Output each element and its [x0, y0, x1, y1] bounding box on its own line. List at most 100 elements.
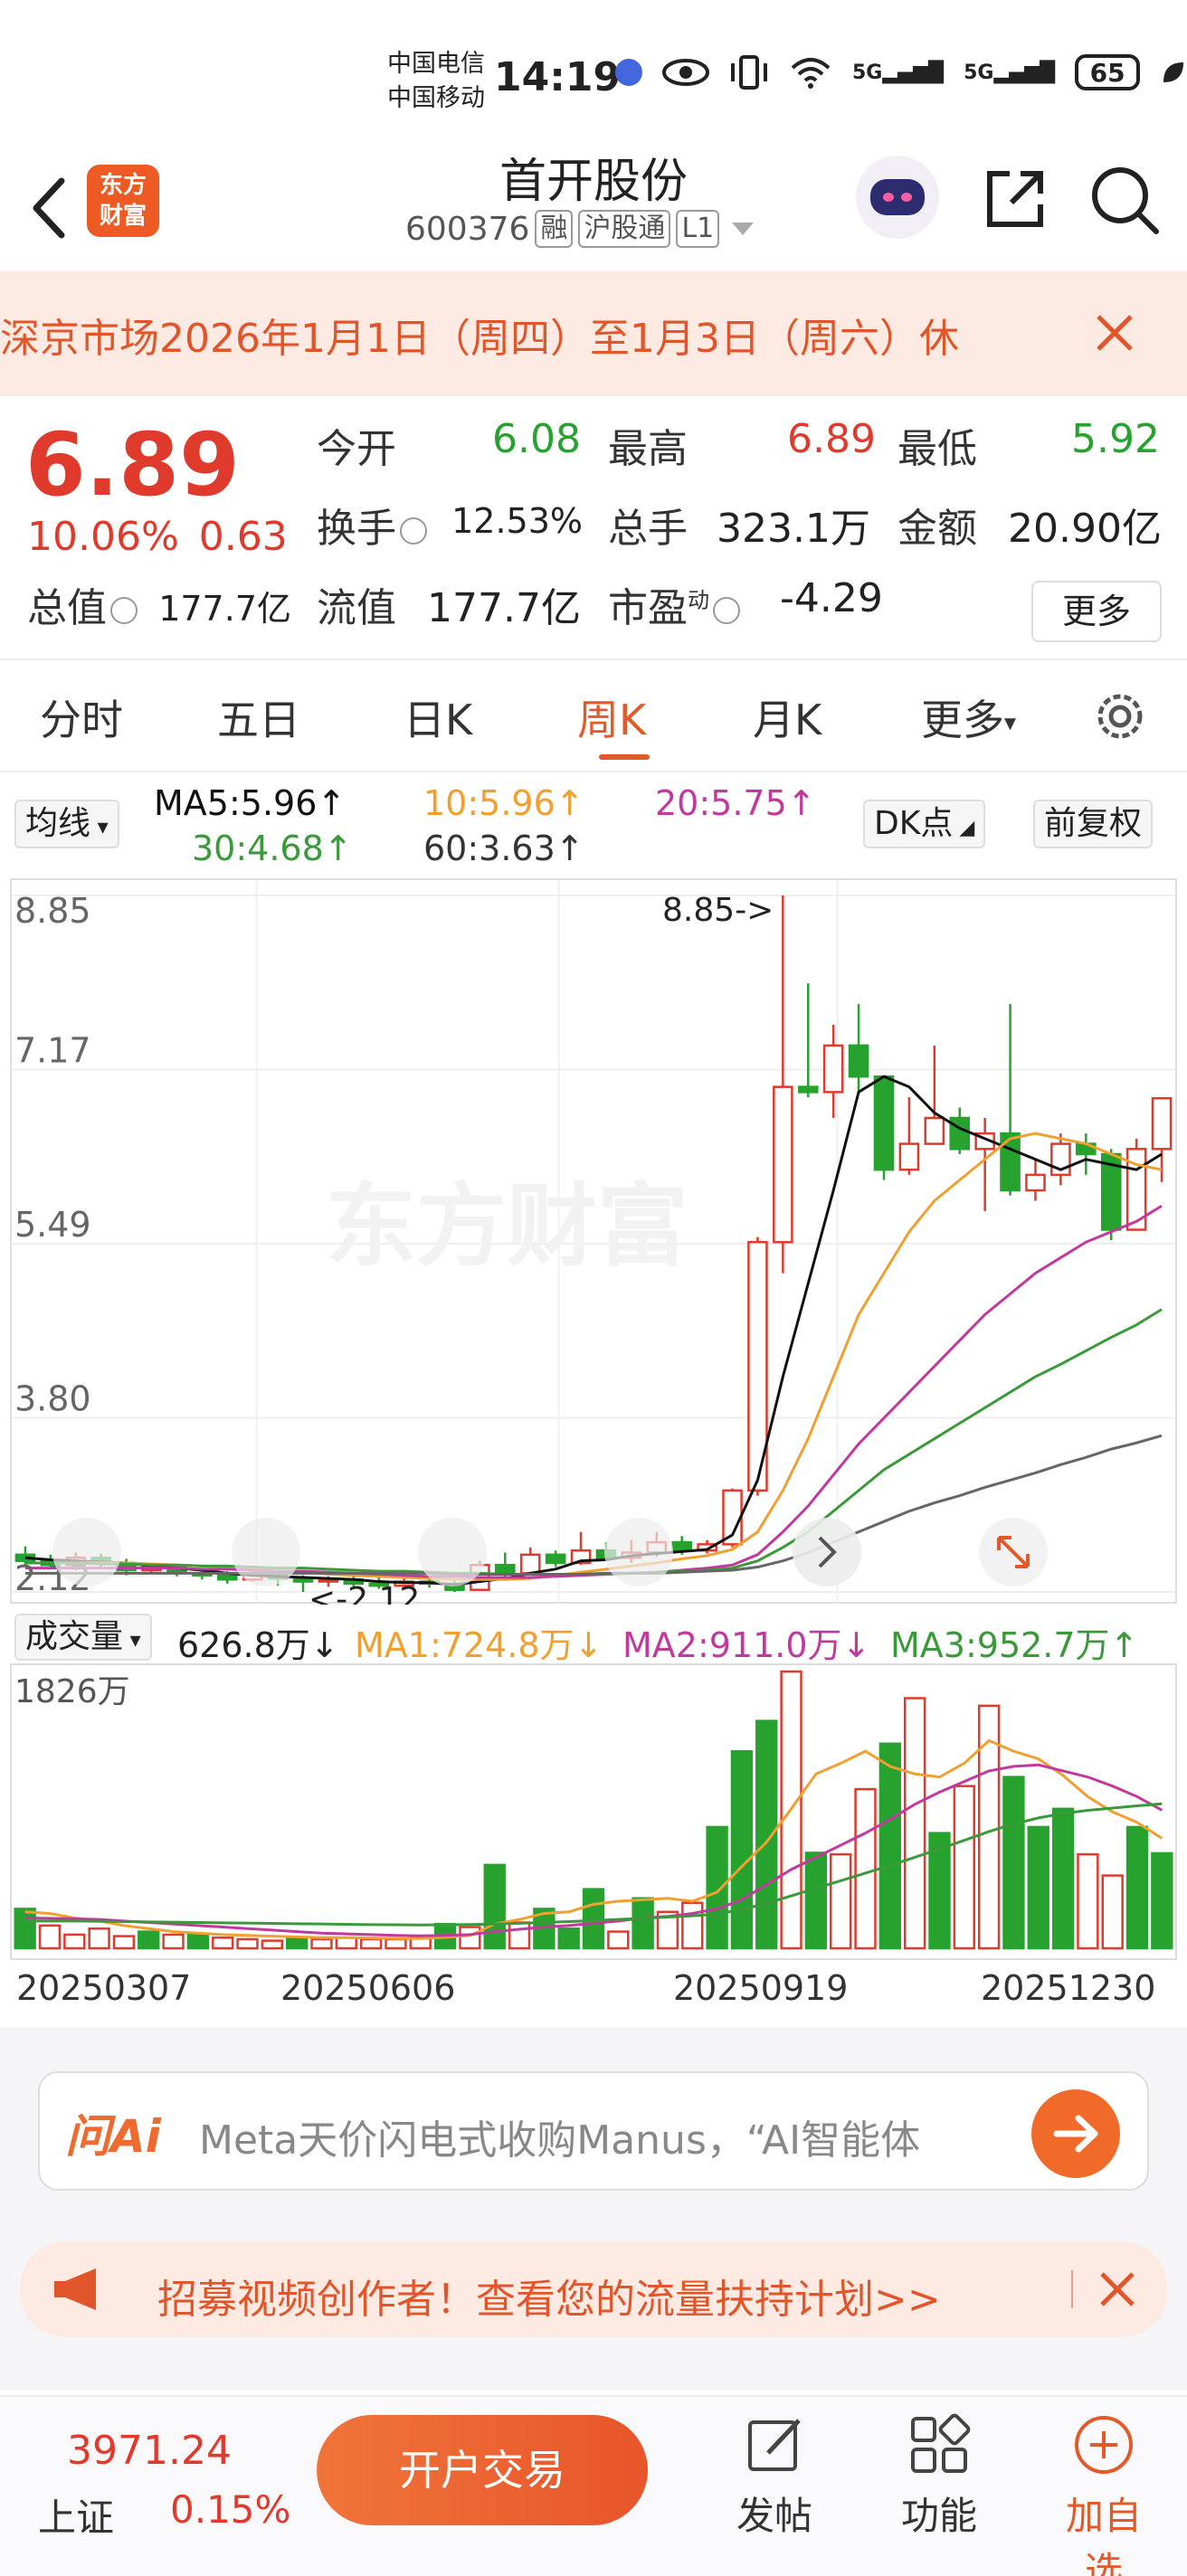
volume-selector-label: 成交量 — [25, 1618, 124, 1655]
robot-assistant-icon[interactable] — [856, 156, 939, 239]
info-icon[interactable] — [713, 597, 740, 624]
gear-icon[interactable] — [1091, 687, 1149, 745]
ma5-value: MA5:5.96↑ — [154, 783, 347, 823]
volume-bar — [631, 1897, 654, 1950]
volume-bar — [138, 1930, 160, 1950]
ai-logo: 问Ai — [65, 2110, 161, 2163]
volume-bar — [88, 1927, 110, 1950]
ma-legend: 均线 ▾ MA5:5.96↑ 10:5.96↑ 20:5.75↑ 30:4.68… — [0, 778, 1187, 876]
caret-down-icon: ▾ — [1004, 709, 1017, 737]
carrier-names: 中国电信 中国移动 — [387, 47, 485, 116]
open-value: 6.08 — [492, 416, 581, 462]
add-watchlist-label: 加自选 — [1065, 2494, 1142, 2576]
volume-bar — [63, 1933, 86, 1950]
high-value: 6.89 — [787, 416, 876, 462]
y-tick-label: 3.80 — [14, 1379, 91, 1419]
watermark: 东方财富 — [326, 1173, 688, 1279]
creator-promo-banner[interactable]: 招募视频创作者！查看您的流量扶持计划>> — [20, 2241, 1167, 2337]
close-icon[interactable] — [1093, 311, 1136, 355]
share-icon[interactable] — [977, 161, 1053, 237]
last-price: 6.89 — [25, 414, 240, 516]
vibrate-icon — [731, 55, 767, 90]
ma10-value: 10:5.96↑ — [423, 783, 584, 823]
zoom-in-button — [418, 1518, 487, 1586]
more-quote-button[interactable]: 更多 — [1031, 581, 1162, 642]
open-account-trade-button[interactable]: 开户交易 — [317, 2415, 648, 2525]
tab-monthly-k[interactable]: 月K — [753, 687, 821, 747]
volume-ma2: MA2:911.0万↓ — [622, 1625, 871, 1665]
adjust-button[interactable]: 前复权 — [1033, 800, 1154, 848]
info-icon[interactable] — [400, 517, 427, 545]
date-tick: 20251230 — [981, 1968, 1156, 2008]
post-button[interactable]: 发帖 — [720, 2413, 829, 2541]
volume-ma3: MA3:952.7万↑ — [890, 1625, 1139, 1665]
pe-value: -4.29 — [780, 575, 883, 621]
high-label: 最高 — [608, 426, 688, 472]
close-icon[interactable] — [1097, 2268, 1138, 2310]
volume-bar — [1125, 1825, 1149, 1950]
candlestick-chart[interactable]: 东方财富 8.857.175.493.802.128.85-><-2.12 — [0, 877, 1187, 1605]
scroll-left-button-2 — [604, 1518, 673, 1586]
volume-chart[interactable]: 1826万 — [0, 1662, 1187, 1961]
volume-bar — [854, 1787, 877, 1950]
volume-bar — [1051, 1807, 1075, 1950]
ai-assistant-bar: 问Ai Meta天价闪电式收购Manus，“AI智能体 — [0, 2028, 1187, 2191]
tab-weekly-k[interactable]: 周K — [577, 687, 646, 747]
volume-bar — [1077, 1852, 1099, 1950]
volume-bar — [830, 1852, 852, 1950]
arrow-right-icon — [1053, 2115, 1098, 2153]
date-tick: 20250307 — [16, 1968, 192, 2008]
turnover-value: 12.53% — [451, 501, 583, 541]
date-tick: 20250919 — [673, 1968, 849, 2008]
volume-bar — [1101, 1874, 1124, 1950]
open-label: 今开 — [317, 426, 396, 472]
margin-tag: 融 — [535, 210, 574, 248]
volume-bar — [236, 1937, 259, 1950]
high-annotation: 8.85-> — [662, 892, 774, 929]
indicator-selector[interactable]: 均线 ▾ — [14, 800, 119, 848]
tab-daily-k[interactable]: 日K — [404, 687, 472, 747]
notice-text: 深京市场2026年1月1日（周四）至1月3日（周六）休 — [0, 316, 959, 362]
turnover-label: 换手 — [317, 496, 427, 554]
functions-button[interactable]: 功能 — [885, 2413, 993, 2541]
dk-point-label: DK点 — [874, 805, 954, 842]
volume-bar — [1027, 1825, 1049, 1950]
float-label: 流值 — [317, 585, 396, 631]
tab-more[interactable]: 更多▾ — [921, 687, 1016, 747]
ai-query-box[interactable]: 问Ai Meta天价闪电式收购Manus，“AI智能体 — [38, 2071, 1149, 2191]
volume-bar — [1002, 1776, 1025, 1950]
date-tick: 20250606 — [280, 1968, 456, 2008]
tab-intraday[interactable]: 分时 — [40, 687, 123, 747]
ai-suggestion-text[interactable]: Meta天价闪电式收购Manus，“AI智能体 — [199, 2107, 1031, 2165]
volume-indicator-selector[interactable]: 成交量 ▾ — [14, 1614, 152, 1661]
volume-bar — [359, 1937, 383, 1950]
volume-bar — [483, 1863, 506, 1950]
volume-bar — [557, 1927, 580, 1950]
float-value: 177.7亿 — [427, 585, 581, 631]
divider — [1071, 2270, 1073, 2308]
tab-five-day[interactable]: 五日 — [217, 687, 300, 747]
megaphone-icon — [54, 2268, 96, 2310]
info-icon[interactable] — [110, 597, 138, 624]
pe-label: 市盈动 — [608, 575, 740, 633]
volume-bar — [953, 1785, 975, 1950]
volume-bar — [112, 1935, 136, 1950]
chevron-down-icon — [732, 223, 755, 235]
leaf-icon — [1163, 62, 1184, 82]
stock-subtitle[interactable]: 600376 融 沪股通 L1 — [405, 210, 755, 248]
status-time: 14:19 — [494, 54, 622, 100]
signal-icon-1: 5G▂▄▆█ — [852, 61, 945, 84]
candle — [873, 1075, 895, 1180]
promo-section: 招募视频创作者！查看您的流量扶持计划>> — [0, 2191, 1187, 2390]
low-value: 5.92 — [1071, 416, 1160, 462]
volume-bar — [730, 1749, 754, 1950]
volume-bar — [162, 1933, 185, 1950]
send-button[interactable] — [1031, 2089, 1120, 2178]
dk-point-button[interactable]: DK点 ◢ — [863, 800, 986, 848]
search-icon[interactable] — [1086, 161, 1162, 237]
stock-code: 600376 — [405, 210, 530, 248]
add-watchlist-button[interactable]: 加自选 — [1049, 2413, 1158, 2576]
volume-bar — [38, 1924, 62, 1950]
market-notice[interactable]: 深京市场2026年1月1日（周四）至1月3日（周六）休 — [0, 271, 1187, 396]
price-change: 10.06% 0.63 — [27, 514, 288, 560]
